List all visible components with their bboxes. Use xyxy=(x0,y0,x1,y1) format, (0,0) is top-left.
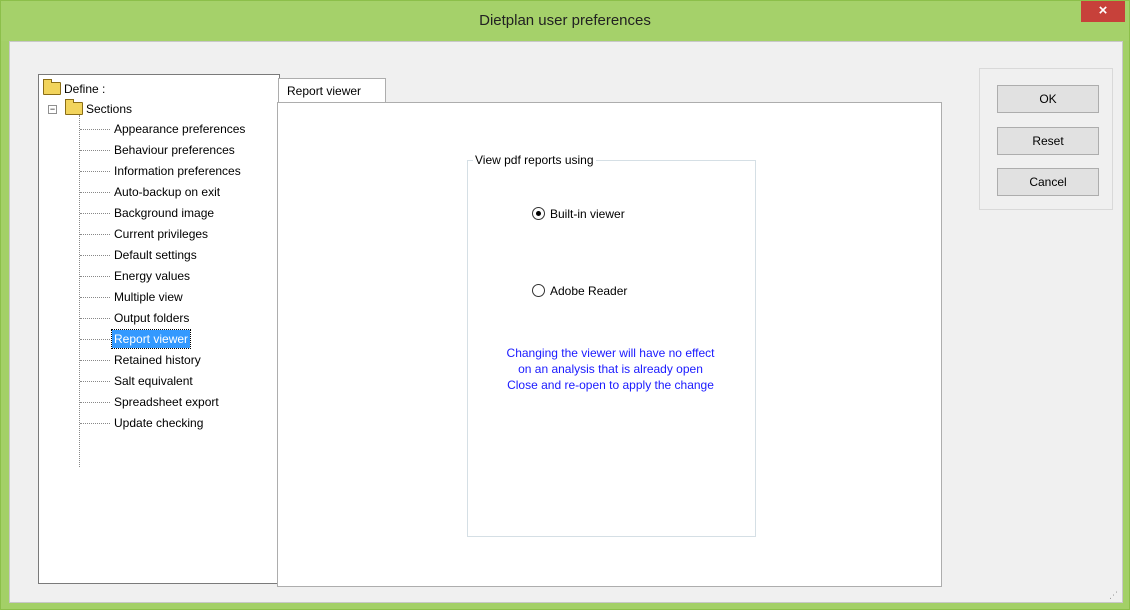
tree-item-energy-values[interactable]: Energy values xyxy=(112,267,192,285)
tree-item-multiple-view[interactable]: Multiple view xyxy=(112,288,185,306)
tree-connector-line xyxy=(80,150,110,151)
tree-item-salt-equivalent[interactable]: Salt equivalent xyxy=(112,372,195,390)
sections-tree[interactable]: Define : − Sections Appearance preferenc… xyxy=(38,74,280,584)
note-line: Close and re-open to apply the change xyxy=(507,378,714,392)
tree-item-auto-backup-on-exit[interactable]: Auto-backup on exit xyxy=(112,183,222,201)
tree-node-sections[interactable]: − Sections xyxy=(43,99,273,119)
tree-item-background-image[interactable]: Background image xyxy=(112,204,216,222)
tree-connector-line xyxy=(80,276,110,277)
tree-item-report-viewer[interactable]: Report viewer xyxy=(110,329,192,349)
close-button[interactable]: × xyxy=(1081,1,1125,22)
tree-connector-line xyxy=(80,213,110,214)
groupbox-legend: View pdf reports using xyxy=(473,153,596,167)
resize-grip-icon[interactable]: ⋰ xyxy=(1109,590,1119,600)
tree-item-information-preferences[interactable]: Information preferences xyxy=(112,162,243,180)
reset-button[interactable]: Reset xyxy=(997,127,1099,155)
tree-root-define[interactable]: Define : xyxy=(43,79,105,99)
collapse-icon[interactable]: − xyxy=(48,105,57,114)
ok-button[interactable]: OK xyxy=(997,85,1099,113)
tree-connector-line xyxy=(80,234,110,235)
tree-item-retained-history[interactable]: Retained history xyxy=(112,351,203,369)
radio-unchecked-icon[interactable] xyxy=(532,284,545,298)
tree-item-behaviour-preferences[interactable]: Behaviour preferences xyxy=(112,141,237,159)
radio-builtin-viewer[interactable]: Built-in viewer xyxy=(532,207,625,221)
tree-item-default-settings[interactable]: Default settings xyxy=(112,246,199,264)
folder-open-icon xyxy=(43,79,61,96)
tree-root-label: Define : xyxy=(64,82,106,96)
tree-item-appearance-preferences[interactable]: Appearance preferences xyxy=(112,120,247,138)
tab-report-viewer[interactable]: Report viewer xyxy=(278,78,386,103)
window-title: Dietplan user preferences xyxy=(479,12,651,29)
preferences-window: Dietplan user preferences × Define : − S… xyxy=(0,0,1130,610)
tree-connector-line xyxy=(80,171,110,172)
tree-connector-line xyxy=(80,318,110,319)
radio-checked-icon[interactable] xyxy=(532,207,545,221)
tree-connector-line xyxy=(80,129,110,130)
radio-builtin-label: Built-in viewer xyxy=(550,207,625,221)
tree-item-output-folders[interactable]: Output folders xyxy=(112,309,191,327)
title-bar[interactable]: Dietplan user preferences × xyxy=(1,1,1129,41)
close-icon: × xyxy=(1098,2,1108,19)
note-line: on an analysis that is already open xyxy=(518,362,703,376)
tree-connector-line xyxy=(79,115,80,467)
tree-connector-line xyxy=(80,192,110,193)
tree-sections-label: Sections xyxy=(86,102,133,116)
tree-connector-line xyxy=(80,381,110,382)
tree-connector-line xyxy=(80,402,110,403)
cancel-button[interactable]: Cancel xyxy=(997,168,1099,196)
tab-page-report-viewer: View pdf reports using Built-in viewer A… xyxy=(277,102,942,587)
button-panel: OK Reset Cancel xyxy=(979,68,1113,210)
tree-item-current-privileges[interactable]: Current privileges xyxy=(112,225,210,243)
tree-item-spreadsheet-export[interactable]: Spreadsheet export xyxy=(112,393,221,411)
note-line: Changing the viewer will have no effect xyxy=(506,346,715,360)
radio-adobe-reader[interactable]: Adobe Reader xyxy=(532,284,627,298)
tree-connector-line xyxy=(80,339,110,340)
viewer-change-note: Changing the viewer will have no effect … xyxy=(467,345,754,393)
tree-item-update-checking[interactable]: Update checking xyxy=(112,414,205,432)
tree-connector-line xyxy=(80,255,110,256)
tree-connector-line xyxy=(80,423,110,424)
tree-connector-line xyxy=(80,297,110,298)
dialog-client-area: Define : − Sections Appearance preferenc… xyxy=(9,41,1123,603)
folder-open-icon xyxy=(65,99,83,116)
tree-connector-line xyxy=(80,360,110,361)
radio-adobe-label: Adobe Reader xyxy=(550,284,628,298)
